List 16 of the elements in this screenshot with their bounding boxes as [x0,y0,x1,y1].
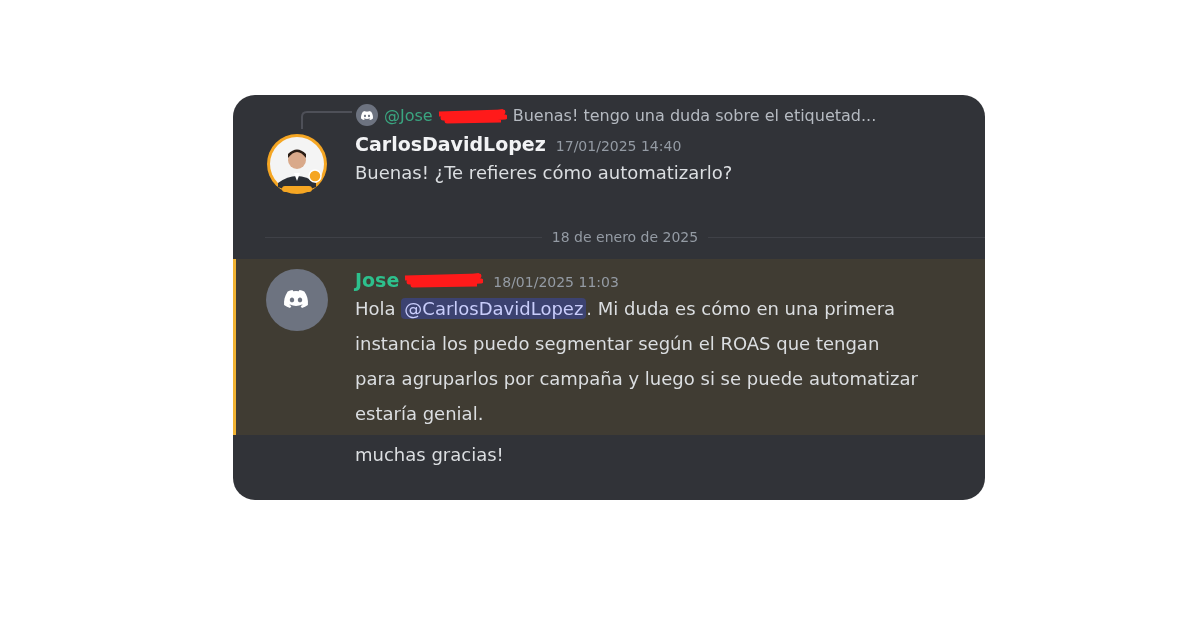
avatar-icon [356,104,378,126]
message-text: Buenas! ¿Te refieres cómo automatizarlo? [355,161,734,185]
redaction-mark [436,108,507,124]
avatar[interactable] [266,133,328,195]
message-text: muchas gracias! [355,443,505,467]
reply-preview[interactable]: Buenas! tengo una duda sobre el etiquetad... [512,105,877,125]
timestamp: 18/01/2025 11:03 [493,274,619,290]
reply-mention[interactable]: @Jose [384,105,433,125]
username[interactable]: Jose [355,269,400,291]
user-mention[interactable]: @CarlosDavidLopez [401,298,587,319]
reply-connector [300,109,352,129]
timestamp: 17/01/2025 14:40 [555,138,682,154]
message-text: Hola @CarlosDavidLopez . Mi duda es cómo en una primera instancia los puedo segmentar según el ROAS que tengan para agruparlos por campaña y luego si se puede automatizar estaría genial. [355,297,919,426]
username[interactable]: CarlosDavidLopez [355,133,546,155]
date-divider: 18 de enero de 2025 [550,229,700,245]
avatar[interactable] [266,269,328,331]
